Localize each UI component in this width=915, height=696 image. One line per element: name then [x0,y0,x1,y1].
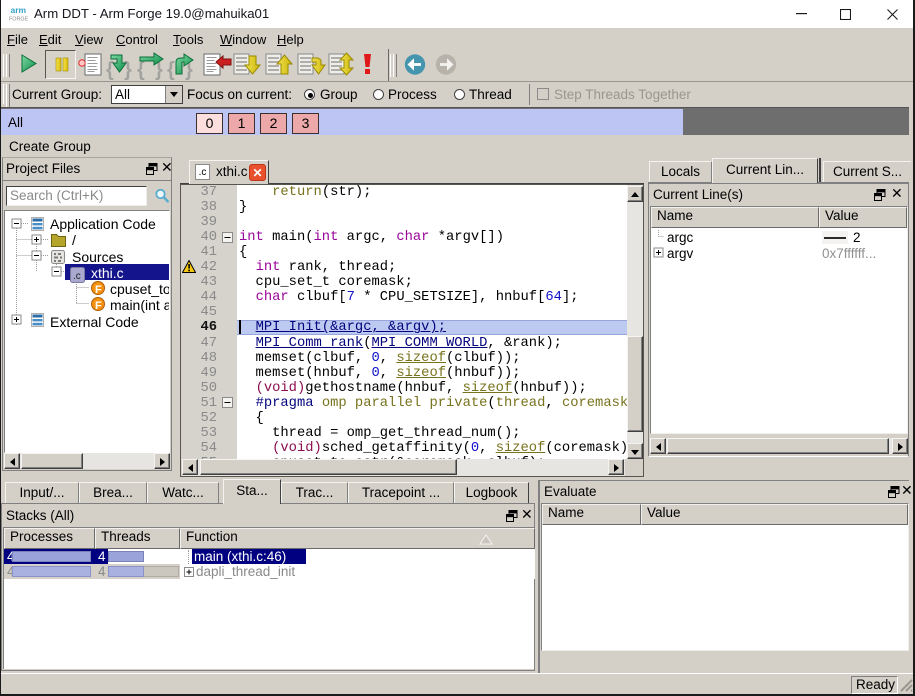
svg-text:arm: arm [11,5,27,15]
svg-text:.c: .c [73,271,81,282]
svg-text:F: F [95,284,102,296]
svg-text:FORGE: FORGE [9,17,28,23]
